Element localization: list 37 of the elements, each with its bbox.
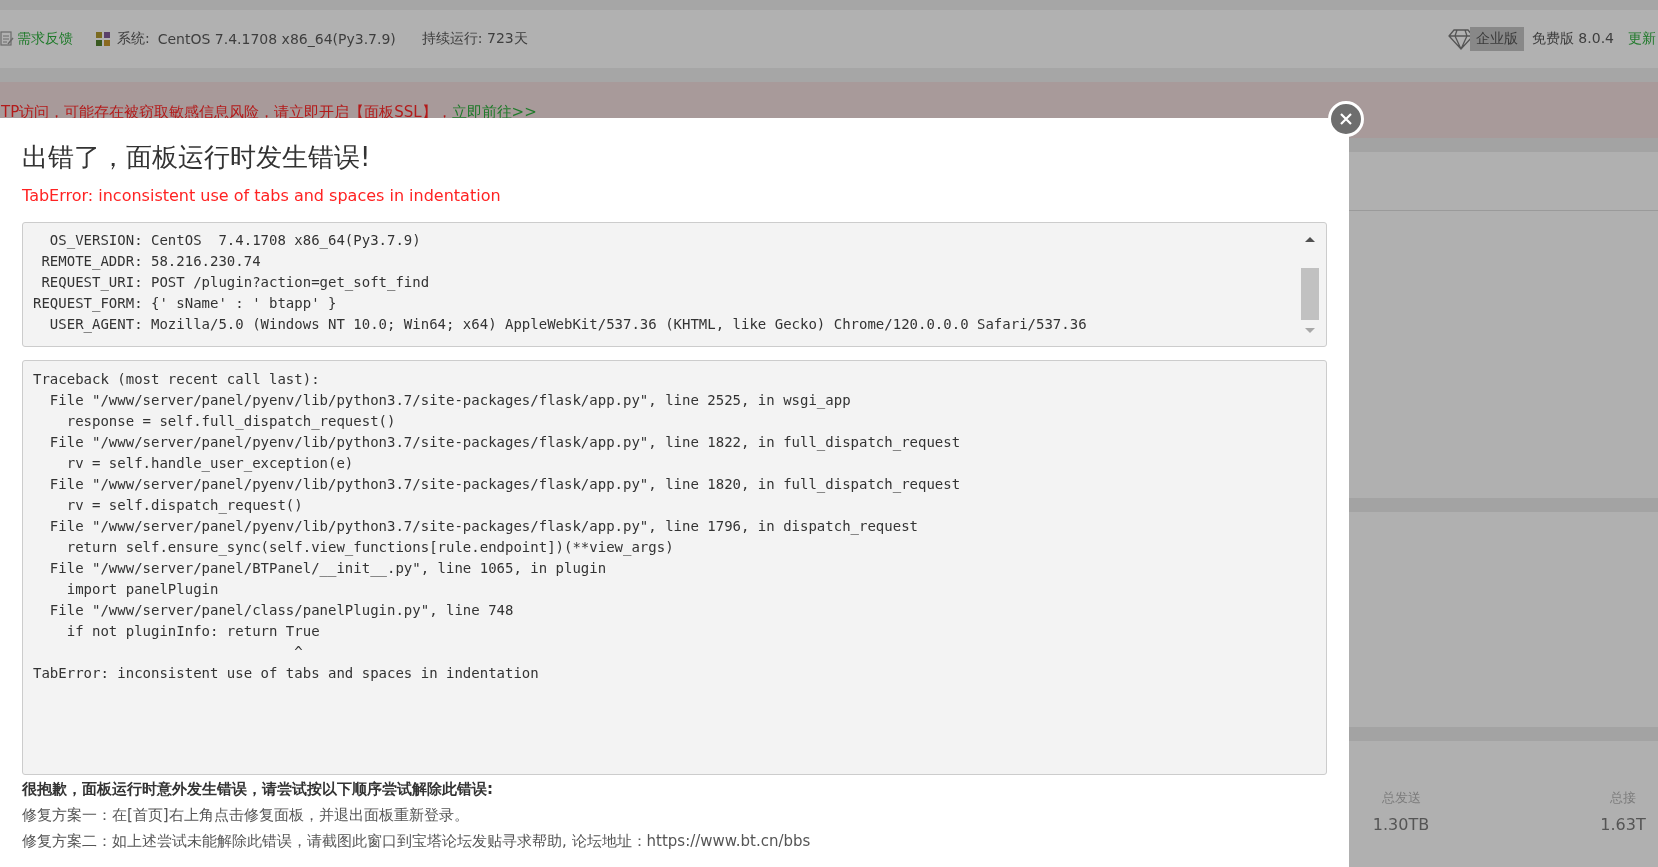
- traceback-line: File "/www/server/panel/pyenv/lib/python3.7/site-packages/flask/app.py", line 1796, in dispatch_request: [48, 517, 919, 537]
- uptime-text: 持续运行: 723天: [421, 30, 528, 48]
- traceback-line: return self.ensure_sync(self.view_functions[rule.endpoint])(**view_args): [65, 538, 675, 558]
- help-step: 修复方案一：在[首页]右上角点击修复面板，并退出面板重新登录。: [22, 802, 1327, 828]
- update-link[interactable]: 更新: [1628, 30, 1656, 48]
- traceback-line: File "/www/server/panel/pyenv/lib/python3.7/site-packages/flask/app.py", line 2525, in wsgi_app: [48, 391, 852, 411]
- traceback-line: File "/www/server/panel/BTPanel/__init__.py", line 1065, in plugin: [48, 559, 608, 579]
- traceback-line: Traceback (most recent call last):: [33, 370, 321, 389]
- dialog-title: 出错了，面板运行时发生错误!: [22, 141, 372, 174]
- help-step: 修复方案二：如上述尝试未能解除此错误，请截图此窗口到宝塔论坛发贴寻求帮助, 论坛地址：https://www.bt.cn/bbs: [22, 828, 1327, 854]
- stat-value: 1.30TB: [1372, 815, 1430, 834]
- close-icon: [1340, 113, 1352, 125]
- edition-badge[interactable]: 企业版: [1469, 27, 1524, 51]
- help-heading: 很抱歉，面板运行时意外发生错误，请尝试按以下顺序尝试解除此错误:: [22, 779, 494, 800]
- traceback-line: File "/www/server/panel/class/panelPlugin.py", line 748: [48, 601, 515, 620]
- pinwheel-icon: [95, 31, 111, 47]
- log-line: REMOTE_ADDR: 58.216.230.74: [40, 252, 262, 272]
- log-line: REQUEST_URI: POST /plugin?action=get_soft_find: [40, 273, 431, 293]
- feedback-link[interactable]: 需求反馈: [17, 30, 73, 48]
- document-pencil-icon: [0, 31, 14, 47]
- stat-value: 1.63T: [1600, 815, 1646, 834]
- system-label: 系统:: [117, 30, 150, 48]
- traceback-line: response = self.full_dispatch_request(): [65, 412, 397, 432]
- log-line: REQUEST_FORM: {' sName' : ' btapp' }: [33, 294, 338, 314]
- log-line: OS_VERSION: CentOS 7.4.1708 x86_64(Py3.7.9): [48, 231, 422, 251]
- traceback-line: File "/www/server/panel/pyenv/lib/python3.7/site-packages/flask/app.py", line 1822, in full_dispatch_request: [48, 433, 962, 453]
- traceback-line: rv = self.dispatch_request(): [65, 496, 304, 516]
- system-info: CentOS 7.4.1708 x86_64(Py3.7.9): [157, 31, 396, 47]
- error-message: TabError: inconsistent use of tabs and spaces in indentation: [22, 185, 502, 207]
- traceback-line: TabError: inconsistent use of tabs and spaces in indentation: [33, 664, 540, 683]
- traceback-line: if not pluginInfo: return True: [65, 622, 321, 641]
- version-text: 免费版 8.0.4: [1531, 30, 1614, 48]
- traceback-line: File "/www/server/panel/pyenv/lib/python3.7/site-packages/flask/app.py", line 1820, in full_dispatch_request: [48, 475, 962, 495]
- traceback-line: ^: [293, 643, 304, 662]
- log-line: USER_AGENT: Mozilla/5.0 (Windows NT 10.0; Win64; x64) AppleWebKit/537.36 (KHTML, like Gecko) Chrome/120.0.0.0 Safari/537.36: [48, 315, 1087, 335]
- traceback-line: rv = self.handle_user_exception(e): [65, 454, 355, 474]
- traceback-line: import panelPlugin: [65, 580, 220, 599]
